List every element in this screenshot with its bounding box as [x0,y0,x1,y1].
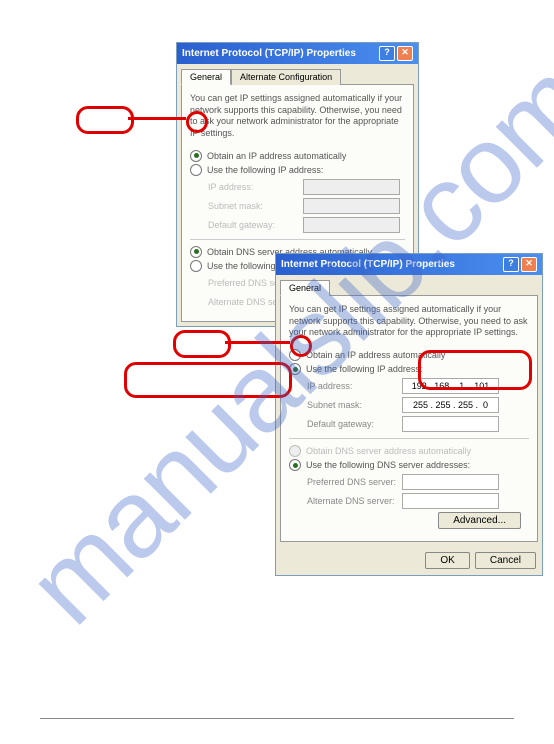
close-button[interactable]: ✕ [521,257,537,272]
radio-label: Obtain an IP address automatically [207,151,346,161]
callout-circle-2 [290,335,312,357]
mask-input[interactable] [402,397,499,413]
tab-general[interactable]: General [280,280,330,296]
titlebar-buttons: ? ✕ [503,257,537,272]
callout-line-1 [128,117,186,120]
callout-circle-1 [186,111,208,133]
callout-box-2 [173,330,231,358]
ip-label: IP address: [307,381,402,391]
mask-input [303,198,400,214]
tcpip-dialog-static: Internet Protocol (TCP/IP) Properties ? … [275,253,543,576]
pdns-input[interactable] [402,474,499,490]
titlebar: Internet Protocol (TCP/IP) Properties ? … [276,254,542,275]
radio-auto-ip-row[interactable]: Obtain an IP address automatically [190,150,405,162]
advanced-row: Advanced... [289,512,529,533]
radio-label: Obtain DNS server address automatically [306,446,471,456]
mask-row: Subnet mask: [208,198,405,214]
gw-row: Default gateway: [208,217,405,233]
gw-label: Default gateway: [208,220,303,230]
help-button[interactable]: ? [503,257,519,272]
radio-auto-dns-row: Obtain DNS server address automatically [289,445,529,457]
ip-row: IP address: [208,179,405,195]
radio-icon [289,459,301,471]
adns-input[interactable] [402,493,499,509]
radio-use-dns-row[interactable]: Use the following DNS server addresses: [289,459,529,471]
ok-button[interactable]: OK [425,552,469,569]
gw-label: Default gateway: [307,419,402,429]
close-button[interactable]: ✕ [397,46,413,61]
help-button[interactable]: ? [379,46,395,61]
tab-general[interactable]: General [181,69,231,85]
titlebar-buttons: ? ✕ [379,46,413,61]
mask-row: Subnet mask: [307,397,529,413]
separator [289,438,529,439]
adns-row: Alternate DNS server: [307,493,529,509]
callout-line-2 [225,341,290,344]
description: You can get IP settings assigned automat… [190,93,405,140]
tab-alternate[interactable]: Alternate Configuration [231,69,341,85]
cancel-button[interactable]: Cancel [475,552,536,569]
separator [190,239,405,240]
radio-use-ip-row[interactable]: Use the following IP address: [190,164,405,176]
callout-box-3 [124,362,292,398]
advanced-button[interactable]: Advanced... [438,512,521,529]
pdns-row: Preferred DNS server: [307,474,529,490]
gw-input [303,217,400,233]
radio-label: Use the following IP address: [306,364,422,374]
gw-row: Default gateway: [307,416,529,432]
radio-icon [289,445,301,457]
title: Internet Protocol (TCP/IP) Properties [281,259,455,270]
radio-icon [190,246,202,258]
radio-icon [190,260,202,272]
tab-row: General Alternate Configuration [177,64,418,84]
description: You can get IP settings assigned automat… [289,304,529,339]
pdns-label: Preferred DNS server: [307,477,402,487]
mask-label: Subnet mask: [208,201,303,211]
titlebar: Internet Protocol (TCP/IP) Properties ? … [177,43,418,64]
mask-label: Subnet mask: [307,400,402,410]
callout-box-1 [76,106,134,134]
radio-label: Use the following IP address: [207,165,323,175]
title: Internet Protocol (TCP/IP) Properties [182,48,356,59]
radio-label: Use the following DNS server addresses: [306,460,470,470]
callout-box-4 [418,350,532,390]
footer-rule [40,718,514,719]
adns-label: Alternate DNS server: [307,496,402,506]
gw-input[interactable] [402,416,499,432]
ip-label: IP address: [208,182,303,192]
tab-row: General [276,275,542,295]
ip-input [303,179,400,195]
button-row: OK Cancel [276,546,542,575]
radio-icon [190,150,202,162]
panel: You can get IP settings assigned automat… [280,295,538,542]
radio-icon [190,164,202,176]
